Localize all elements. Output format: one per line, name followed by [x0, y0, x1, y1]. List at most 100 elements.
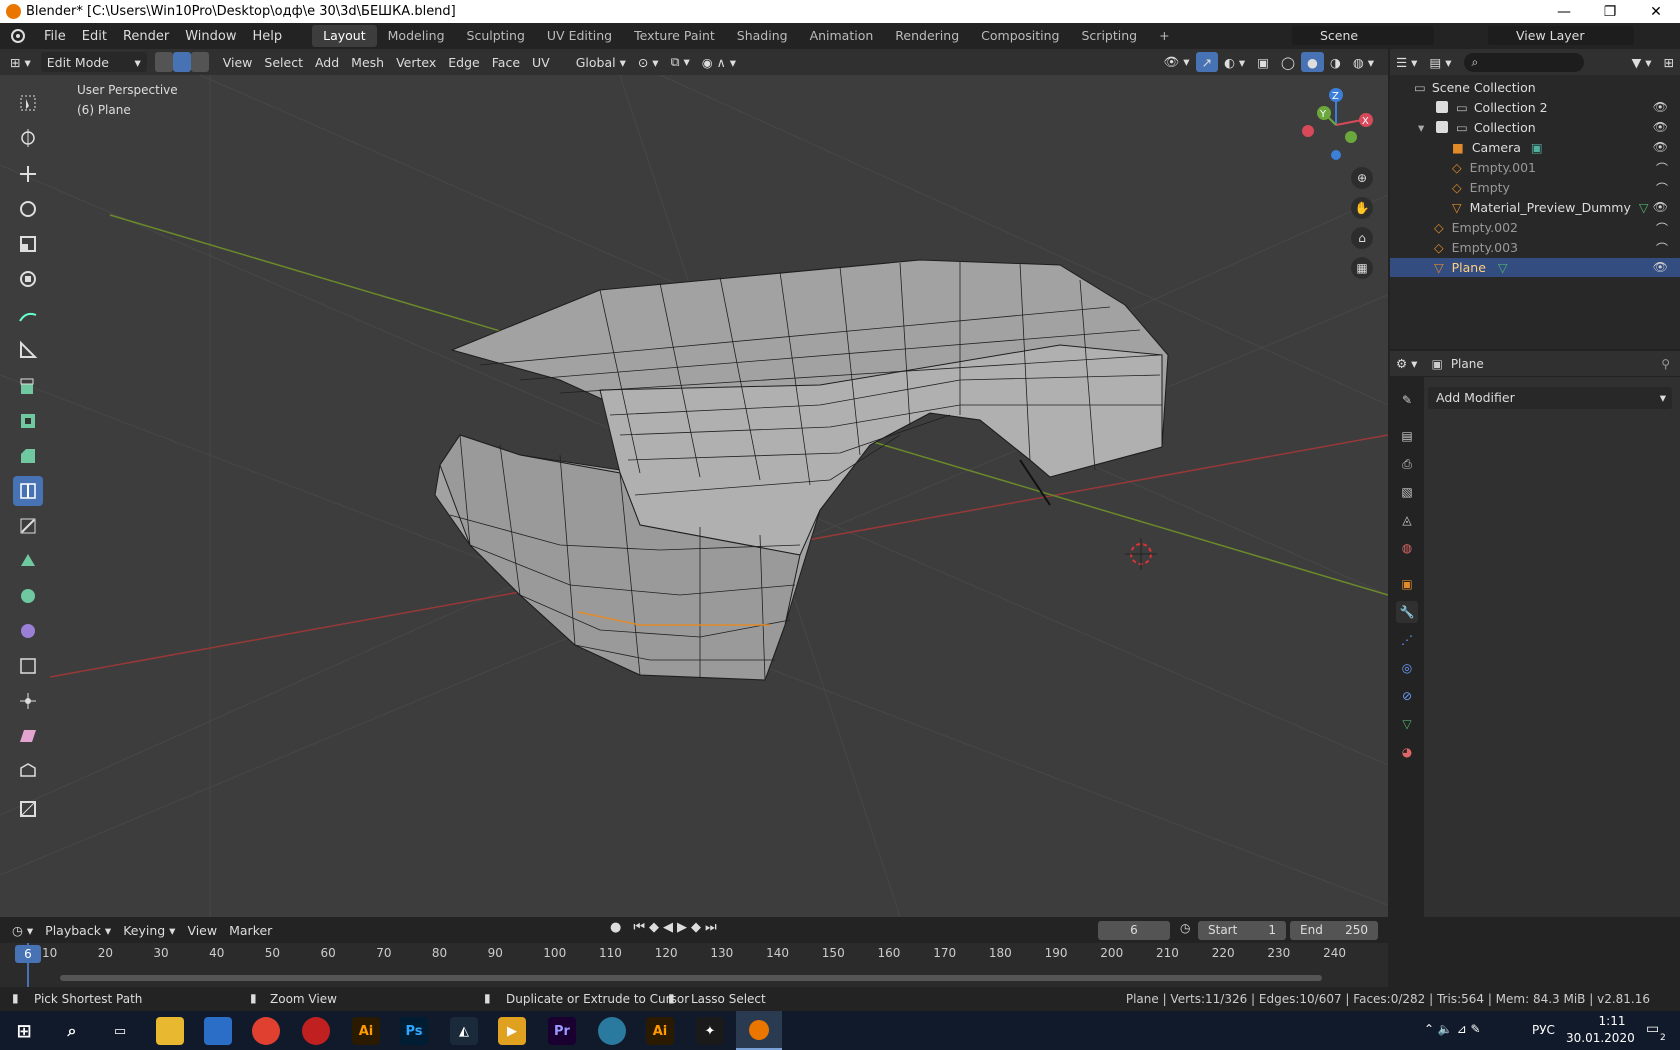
language-indicator[interactable]: РУС — [1532, 1023, 1555, 1037]
scene-selector[interactable]: Scene — [1292, 26, 1434, 45]
overlay-toggle-icon[interactable]: ◐ ▾ — [1218, 52, 1251, 72]
material-shading-icon[interactable]: ◑ — [1324, 52, 1347, 72]
gizmo-toggle-icon[interactable]: ↗ — [1195, 52, 1219, 72]
outliner-editor-icon[interactable]: ☰ ▾ — [1390, 52, 1423, 72]
tab-rendering[interactable]: Rendering — [884, 25, 970, 47]
pin-icon[interactable]: ⚲ — [1661, 357, 1670, 371]
tab-modeling[interactable]: Modeling — [377, 25, 456, 47]
extrude-tool-icon[interactable] — [13, 371, 43, 401]
scene-tab-icon[interactable]: ◬ — [1396, 509, 1418, 531]
spin-tool-icon[interactable] — [13, 581, 43, 611]
rendered-shading-icon[interactable]: ◍ ▾ — [1347, 52, 1380, 72]
premiere-icon[interactable]: Pr — [548, 1017, 576, 1045]
eye-icon[interactable]: 👁 — [1653, 100, 1668, 114]
editor-type-button[interactable]: ⊞ ▾ — [4, 52, 37, 72]
display-mode-icon[interactable]: ▤ ▾ — [1423, 52, 1457, 72]
tool-tab-icon[interactable]: ✎ — [1396, 389, 1418, 411]
tab-shading[interactable]: Shading — [726, 25, 799, 47]
filter-icon[interactable]: ▼ ▾ — [1626, 52, 1658, 72]
outliner-item-empty[interactable]: ◇ Empty ⌒ — [1390, 178, 1680, 197]
data-tab-icon[interactable]: ▽ — [1396, 713, 1418, 735]
menu-file[interactable]: File — [36, 29, 74, 44]
inset-tool-icon[interactable] — [13, 406, 43, 436]
jump-start-icon[interactable]: ⏮ — [633, 920, 645, 935]
measure-tool-icon[interactable] — [13, 335, 43, 365]
media-player-icon[interactable]: ▶ — [498, 1017, 526, 1045]
outliner-item-empty-002[interactable]: ◇ Empty.002 ⌒ — [1390, 218, 1680, 237]
mesh-object[interactable] — [434, 259, 1169, 681]
minimize-button[interactable]: — — [1541, 0, 1587, 23]
clock-date[interactable]: 30.01.2020 — [1566, 1031, 1635, 1045]
menu-edit[interactable]: Edit — [74, 29, 115, 44]
face-select-button[interactable] — [190, 52, 209, 72]
mode-selector[interactable]: Edit Mode ▾ — [40, 52, 147, 72]
tab-layout[interactable]: Layout — [312, 25, 377, 47]
menu-edge[interactable]: Edge — [442, 52, 485, 72]
eye-icon[interactable]: 👁 — [1653, 260, 1668, 274]
jump-keyframe-back-icon[interactable]: ◆ — [649, 920, 659, 935]
checkbox-icon[interactable] — [1436, 121, 1448, 133]
zoom-view-icon[interactable]: ⊕ — [1351, 167, 1373, 189]
hidden-icon[interactable]: ⌒ — [1656, 180, 1668, 197]
material-tab-icon[interactable]: ◕ — [1396, 741, 1418, 763]
close-button[interactable]: ✕ — [1633, 0, 1679, 23]
eye-icon[interactable]: 👁 — [1653, 120, 1668, 134]
timeline-scrollbar[interactable] — [60, 975, 1322, 981]
proportional-edit-icon[interactable]: ◉ ∧ ▾ — [696, 52, 742, 72]
menu-playback[interactable]: Playback ▾ — [39, 920, 117, 940]
menu-select[interactable]: Select — [258, 52, 309, 72]
outliner-item-collection[interactable]: ▾ ▭ Collection 👁 — [1390, 118, 1680, 137]
store-icon[interactable] — [204, 1017, 232, 1045]
clock-time[interactable]: 1:11 — [1582, 1014, 1642, 1028]
pivot-icon[interactable]: ⊙ ▾ — [632, 52, 665, 72]
menu-keying[interactable]: Keying ▾ — [117, 920, 181, 940]
menu-mesh[interactable]: Mesh — [345, 52, 390, 72]
auto-keying-icon[interactable]: ◷ — [1180, 921, 1190, 935]
jump-end-icon[interactable]: ⏭ — [705, 920, 717, 935]
collapse-arrow-icon[interactable]: ▾ — [1418, 120, 1424, 135]
cursor-tool-icon[interactable] — [13, 123, 43, 153]
menu-timeline-view[interactable]: View — [181, 920, 223, 940]
render-tab-icon[interactable]: ▤ — [1396, 425, 1418, 447]
edge-select-button[interactable] — [172, 52, 191, 72]
app-icon-teal[interactable] — [598, 1017, 626, 1045]
timeline-editor-icon[interactable]: ◷ ▾ — [6, 920, 39, 940]
edge-slide-tool-icon[interactable] — [13, 651, 43, 681]
menu-face[interactable]: Face — [486, 52, 526, 72]
tab-sculpting[interactable]: Sculpting — [456, 25, 536, 47]
physics-tab-icon[interactable]: ◎ — [1396, 657, 1418, 679]
loop-cut-tool-icon[interactable] — [13, 476, 43, 506]
add-workspace-button[interactable]: + — [1148, 25, 1180, 47]
shear-tool-icon[interactable] — [13, 721, 43, 751]
view-layer-selector[interactable]: View Layer — [1488, 26, 1634, 45]
rotate-tool-icon[interactable] — [13, 194, 43, 224]
record-icon[interactable]: ● — [610, 920, 621, 935]
play-reverse-icon[interactable]: ◀ — [663, 920, 673, 935]
hidden-icon[interactable]: ⌒ — [1656, 240, 1668, 257]
move-tool-icon[interactable] — [13, 159, 43, 189]
vertex-select-button[interactable] — [154, 52, 173, 72]
pan-view-icon[interactable]: ✋ — [1351, 197, 1373, 219]
solid-shading-icon[interactable]: ● — [1301, 52, 1324, 72]
poly-build-tool-icon[interactable] — [13, 546, 43, 576]
notifications-icon[interactable]: ▭ — [1646, 1021, 1659, 1037]
outliner-item-material-preview-dummy[interactable]: ▽ Material_Preview_Dummy ▽ 👁 — [1390, 198, 1680, 217]
ortho-toggle-icon[interactable]: ▦ — [1351, 257, 1373, 279]
hidden-icon[interactable]: ⌒ — [1656, 160, 1668, 177]
particles-tab-icon[interactable]: ⋰ — [1396, 629, 1418, 651]
end-frame-field[interactable]: End 250 — [1290, 921, 1378, 940]
xray-icon[interactable]: ▣ — [1251, 52, 1275, 72]
camera-view-icon[interactable]: ⌂ — [1351, 227, 1373, 249]
menu-uv[interactable]: UV — [526, 52, 556, 72]
navigation-gizmo[interactable]: Z X Y — [1296, 85, 1376, 165]
start-icon[interactable]: ⊞ — [10, 1017, 38, 1045]
tab-compositing[interactable]: Compositing — [970, 25, 1070, 47]
photoshop-icon[interactable]: Ps — [400, 1017, 428, 1045]
menu-view[interactable]: View — [217, 52, 259, 72]
inkscape-icon[interactable]: ◭ — [450, 1017, 478, 1045]
tab-scripting[interactable]: Scripting — [1071, 25, 1149, 47]
view-layer-tab-icon[interactable]: ▧ — [1396, 481, 1418, 503]
transform-tool-icon[interactable] — [13, 264, 43, 294]
shrink-fatten-tool-icon[interactable] — [13, 686, 43, 716]
outliner-item-plane[interactable]: ▽ Plane ▽ 👁 — [1390, 258, 1680, 277]
